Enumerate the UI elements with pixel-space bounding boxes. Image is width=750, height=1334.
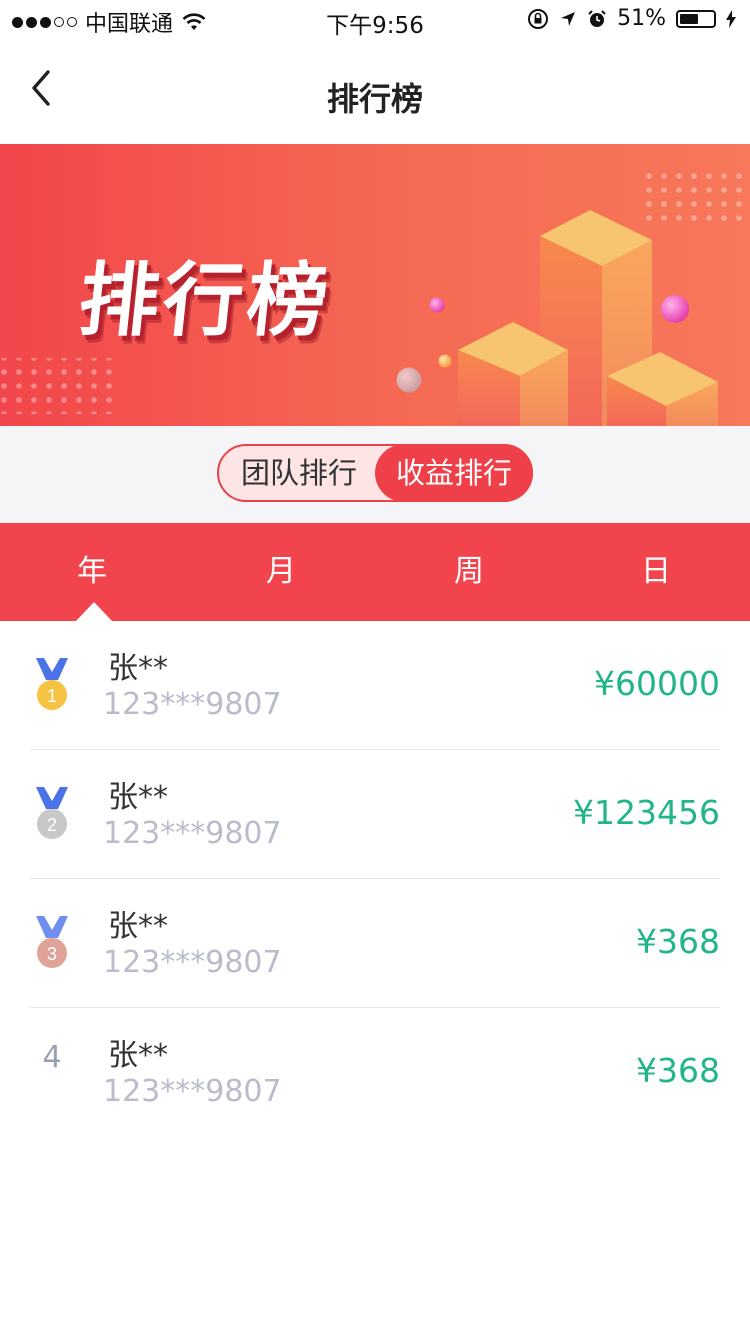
tab-day[interactable]: 日 — [596, 523, 716, 621]
ranking-row[interactable]: 1 张** 123***9807 ¥60000 — [0, 621, 750, 750]
user-name: 张** — [108, 780, 168, 815]
income-amount: ¥368 — [636, 1051, 720, 1090]
user-name: 张** — [108, 1038, 168, 1073]
ranking-row[interactable]: 3 张** 123***9807 ¥368 — [0, 879, 750, 1008]
gold-medal-icon: 1 — [36, 658, 68, 710]
battery-icon — [676, 9, 716, 28]
ranking-type-toggle: 团队排行 收益排行 — [217, 444, 533, 502]
bronze-medal-icon: 3 — [36, 916, 68, 968]
alarm-icon — [588, 9, 606, 27]
page-title: 排行榜 — [326, 80, 423, 118]
status-right: 51% — [527, 6, 736, 31]
user-name: 张** — [108, 651, 168, 686]
rotation-lock-icon — [528, 8, 549, 29]
ranking-row[interactable]: 4 张** 123***9807 ¥368 — [0, 1008, 750, 1137]
banner: 排行榜 — [0, 144, 750, 426]
user-phone: 123***9807 — [103, 687, 282, 722]
tab-month[interactable]: 月 — [221, 523, 341, 621]
user-phone: 123***9807 — [103, 945, 282, 980]
income-amount: ¥123456 — [573, 793, 720, 832]
income-ranking-tab[interactable]: 收益排行 — [375, 444, 533, 502]
period-tabs: 年 月 周 日 — [0, 523, 750, 621]
rank-number: 4 — [42, 1040, 62, 1075]
ranking-list: 1 张** 123***9807 ¥60000 2 张** 123***9807… — [0, 621, 750, 1137]
navigation-bar: 排行榜 — [0, 40, 750, 144]
user-name: 张** — [108, 909, 168, 944]
svg-text:1: 1 — [47, 686, 57, 706]
ranking-type-area: 团队排行 收益排行 — [0, 426, 750, 523]
income-amount: ¥368 — [636, 922, 720, 961]
income-amount: ¥60000 — [594, 664, 720, 703]
location-icon — [561, 11, 576, 26]
user-phone: 123***9807 — [103, 816, 282, 851]
status-bar: 中国联通 下午9:56 51% — [0, 0, 750, 40]
user-phone: 123***9807 — [103, 1074, 282, 1109]
active-tab-indicator — [76, 602, 112, 621]
charging-icon — [726, 9, 736, 28]
ranking-row[interactable]: 2 张** 123***9807 ¥123456 — [0, 750, 750, 879]
team-ranking-tab[interactable]: 团队排行 — [219, 444, 379, 502]
svg-text:2: 2 — [47, 815, 57, 835]
tab-week[interactable]: 周 — [409, 523, 529, 621]
svg-text:3: 3 — [47, 944, 57, 964]
banner-title: 排行榜 — [74, 254, 337, 347]
silver-medal-icon: 2 — [36, 787, 68, 839]
battery-percent: 51% — [617, 6, 666, 31]
